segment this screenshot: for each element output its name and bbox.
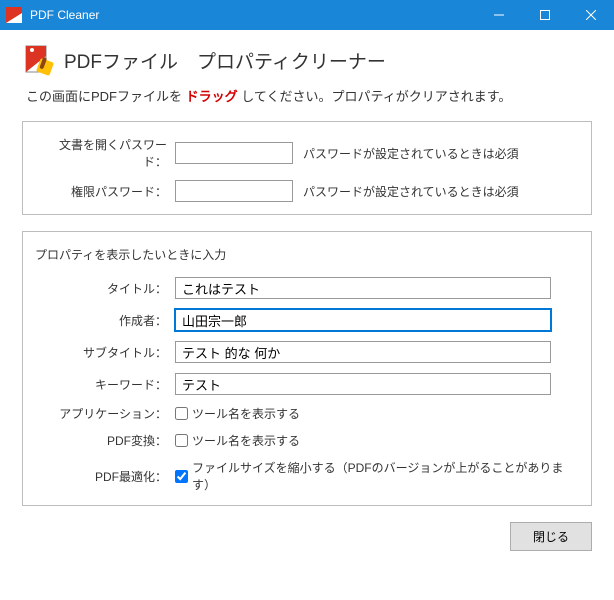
header: PDFファイル プロパティクリーナー xyxy=(22,44,592,76)
perm-password-label: 権限パスワード： xyxy=(37,183,175,200)
application-check-text: ツール名を表示する xyxy=(192,405,300,422)
pdf-convert-checkbox[interactable] xyxy=(175,434,188,447)
instruction-suffix: してください。プロパティがクリアされます。 xyxy=(238,89,512,104)
pdf-optimize-checkbox-label[interactable]: ファイルサイズを縮小する（PDFのバージョンが上がることがあります） xyxy=(175,459,577,493)
application-label: アプリケーション： xyxy=(37,405,175,422)
pdf-optimize-label: PDF最適化： xyxy=(37,468,175,485)
pdf-optimize-check-text: ファイルサイズを縮小する（PDFのバージョンが上がることがあります） xyxy=(192,459,577,493)
app-icon xyxy=(6,7,22,23)
open-password-label: 文書を開くパスワード： xyxy=(37,136,175,170)
pdf-convert-check-text: ツール名を表示する xyxy=(192,432,300,449)
close-window-button[interactable] xyxy=(568,0,614,30)
pdf-convert-label: PDF変換： xyxy=(37,432,175,449)
instruction-prefix: この画面にPDFファイルを xyxy=(26,89,186,104)
minimize-button[interactable] xyxy=(476,0,522,30)
window-controls xyxy=(476,0,614,30)
pdf-optimize-checkbox[interactable] xyxy=(175,470,188,483)
subtitle-label: サブタイトル： xyxy=(37,344,175,361)
author-label: 作成者： xyxy=(37,312,175,329)
pdf-convert-checkbox-label[interactable]: ツール名を表示する xyxy=(175,432,300,449)
open-password-hint: パスワードが設定されているときは必須 xyxy=(303,145,519,162)
close-button[interactable]: 閉じる xyxy=(510,522,592,551)
button-row: 閉じる xyxy=(22,522,592,551)
titlebar: PDF Cleaner xyxy=(0,0,614,30)
title-input[interactable] xyxy=(175,277,551,299)
keywords-input[interactable] xyxy=(175,373,551,395)
author-input[interactable] xyxy=(175,309,551,331)
password-group: 文書を開くパスワード： パスワードが設定されているときは必須 権限パスワード： … xyxy=(22,121,592,215)
pdf-icon xyxy=(22,44,54,76)
window-title: PDF Cleaner xyxy=(30,8,99,22)
properties-group: プロパティを表示したいときに入力 タイトル： 作成者： サブタイトル： キーワー… xyxy=(22,231,592,506)
instruction-text: この画面にPDFファイルを ドラッグ してください。プロパティがクリアされます。 xyxy=(26,86,592,105)
open-password-input[interactable] xyxy=(175,142,293,164)
content-area: PDFファイル プロパティクリーナー この画面にPDFファイルを ドラッグ して… xyxy=(0,30,614,565)
maximize-button[interactable] xyxy=(522,0,568,30)
properties-legend: プロパティを表示したいときに入力 xyxy=(35,246,577,263)
subtitle-input[interactable] xyxy=(175,341,551,363)
instruction-drag: ドラッグ xyxy=(186,89,238,104)
perm-password-input[interactable] xyxy=(175,180,293,202)
keywords-label: キーワード： xyxy=(37,376,175,393)
application-checkbox[interactable] xyxy=(175,407,188,420)
perm-password-hint: パスワードが設定されているときは必須 xyxy=(303,183,519,200)
title-label: タイトル： xyxy=(37,280,175,297)
page-title: PDFファイル プロパティクリーナー xyxy=(64,47,386,74)
application-checkbox-label[interactable]: ツール名を表示する xyxy=(175,405,300,422)
